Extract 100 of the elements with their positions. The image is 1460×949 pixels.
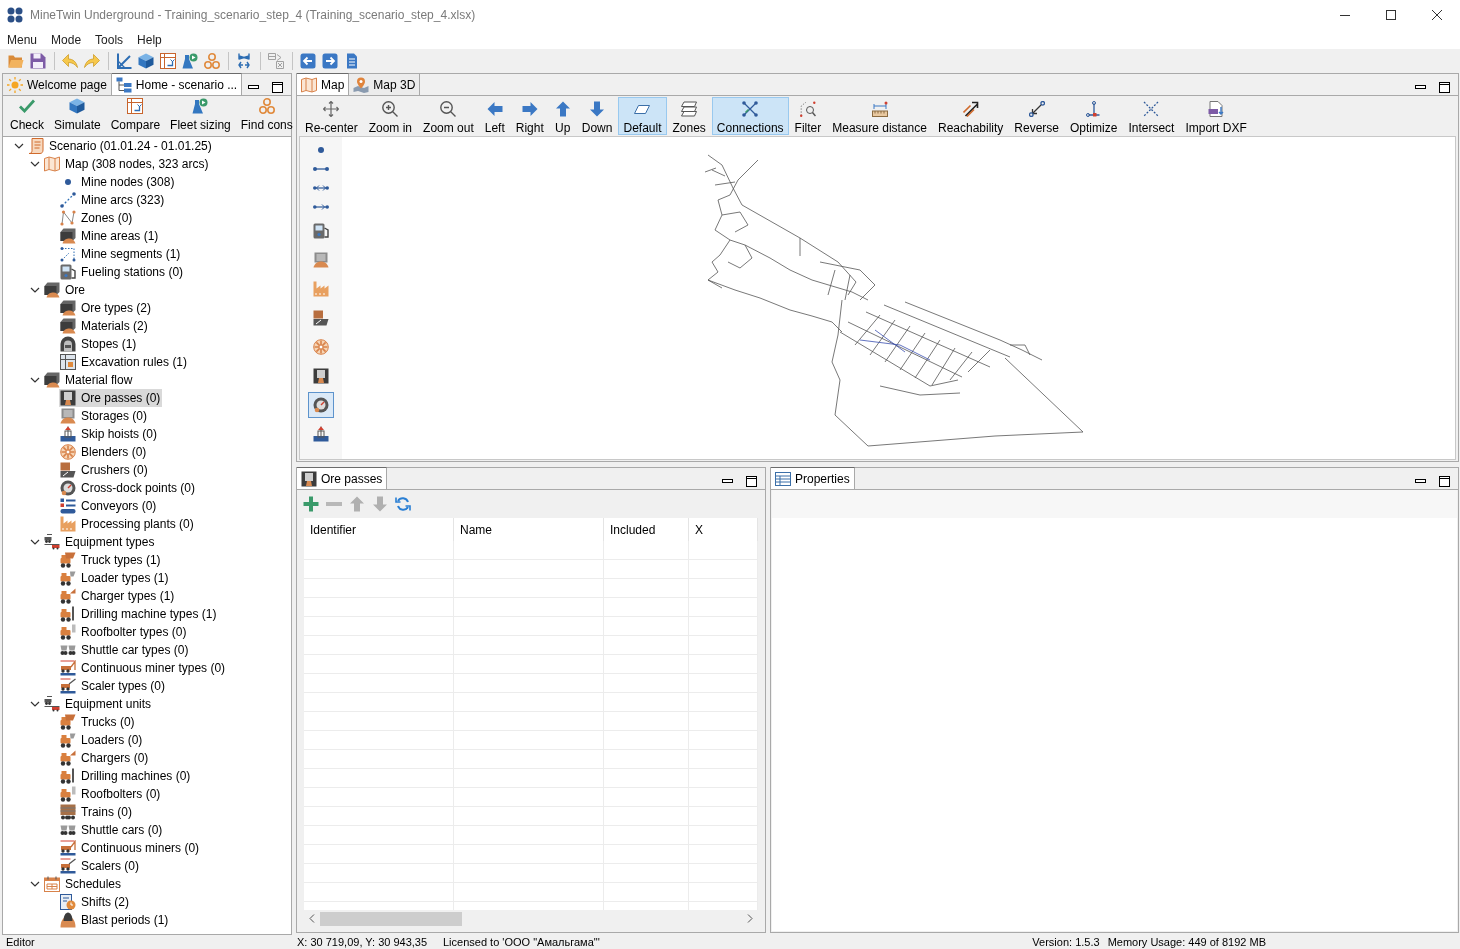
column-header[interactable]: X xyxy=(689,518,758,541)
chevron-down-icon[interactable] xyxy=(30,879,40,889)
toolbar-button[interactable]: Measure distance xyxy=(827,97,932,135)
tree-item[interactable]: Equipment units xyxy=(43,695,154,713)
scrollbar-thumb[interactable] xyxy=(320,911,462,926)
tree-item[interactable]: Material flow xyxy=(43,371,135,389)
tree-item[interactable]: Crushers (0) xyxy=(59,461,150,479)
toolbar-button[interactable]: Left xyxy=(479,97,510,135)
tree-item[interactable]: Cross-dock points (0) xyxy=(59,479,198,497)
toolbar-button[interactable]: Zoom in xyxy=(363,97,418,135)
tab[interactable]: Ore passes xyxy=(297,467,388,489)
tree-item[interactable]: Zones (0) xyxy=(59,209,135,227)
tree-item[interactable]: Scalers (0) xyxy=(59,857,141,875)
toolbar-button[interactable]: Find cons xyxy=(235,98,298,136)
tab[interactable]: Map 3D xyxy=(349,73,421,95)
ore-block-icon xyxy=(44,372,60,388)
chevron-down-icon[interactable] xyxy=(30,159,40,169)
tree-item[interactable]: Drilling machines (0) xyxy=(59,767,193,785)
dot-icon xyxy=(65,179,71,185)
tree-item[interactable]: Mine nodes (308) xyxy=(59,173,177,191)
tree-item[interactable]: Fueling stations (0) xyxy=(59,263,186,281)
toolbar-button[interactable]: Compare xyxy=(105,98,166,136)
tree-item[interactable]: Shifts (2) xyxy=(59,893,131,911)
map-icon xyxy=(301,76,317,93)
menu-item[interactable]: Help xyxy=(130,30,169,49)
tree-item[interactable]: Materials (2) xyxy=(59,317,150,335)
tree-item[interactable]: Blast periods (1) xyxy=(59,911,171,929)
tree-item[interactable]: Charger types (1) xyxy=(59,587,177,605)
tree-item[interactable]: Mine segments (1) xyxy=(59,245,183,263)
toolbar-button[interactable]: Reverse xyxy=(1009,97,1065,135)
toolbar-button[interactable]: Down xyxy=(576,97,618,135)
tree-item[interactable]: Scaler types (0) xyxy=(59,677,168,695)
tree-item[interactable]: Mine areas (1) xyxy=(59,227,161,245)
tree-item[interactable]: Processing plants (0) xyxy=(59,515,196,533)
tree-item[interactable]: Equipment types xyxy=(43,533,157,551)
tree-item[interactable]: Map (308 nodes, 323 arcs) xyxy=(43,155,211,173)
tree-item[interactable]: Scenario (01.01.24 - 01.01.25) xyxy=(27,137,214,155)
tree-item[interactable]: Ore passes (0) xyxy=(59,389,163,407)
chevron-down-icon[interactable] xyxy=(30,537,40,547)
tree-item[interactable]: Continuous miner types (0) xyxy=(59,659,228,677)
tree-item[interactable]: Ore types (2) xyxy=(59,299,154,317)
chevron-down-icon[interactable] xyxy=(30,285,40,295)
toolbar-button[interactable]: Check xyxy=(5,98,49,136)
tree-item[interactable]: Conveyors (0) xyxy=(59,497,159,515)
menu-item[interactable]: Menu xyxy=(0,30,45,49)
toolbar-button[interactable]: Reachability xyxy=(932,97,1009,135)
maximize-icon xyxy=(745,475,757,487)
tab[interactable]: Home - scenario ... xyxy=(111,73,243,95)
tree-item[interactable]: Shuttle car types (0) xyxy=(59,641,191,659)
menu-item[interactable]: Mode xyxy=(44,30,89,49)
toolbar-button[interactable]: Fleet sizing xyxy=(165,98,236,136)
chevron-down-icon[interactable] xyxy=(30,699,40,709)
tree-item[interactable]: Storages (0) xyxy=(59,407,150,425)
tree-item[interactable]: Stopes (1) xyxy=(59,335,139,353)
maximize-button[interactable] xyxy=(269,79,285,95)
toolbar-button[interactable]: Up xyxy=(549,97,576,135)
tree-item[interactable]: Continuous miners (0) xyxy=(59,839,202,857)
ruler-icon xyxy=(871,101,888,117)
tree-item[interactable]: Ore xyxy=(43,281,87,299)
tree-item[interactable]: Trains (0) xyxy=(59,803,134,821)
tree-item[interactable]: Roofbolter types (0) xyxy=(59,623,189,641)
maximize-button[interactable] xyxy=(1436,79,1452,95)
toolbar-button[interactable]: Filter xyxy=(789,97,827,135)
bin-icon xyxy=(60,408,76,424)
tab[interactable]: Properties xyxy=(771,467,855,489)
chevron-down-icon[interactable] xyxy=(30,375,40,385)
tree-item[interactable]: Excavation rules (1) xyxy=(59,353,190,371)
menu-item[interactable]: Tools xyxy=(88,30,131,49)
toolbar-button[interactable]: Right xyxy=(510,97,549,135)
toolbar-button[interactable]: Connections xyxy=(711,97,789,135)
toolbar-button[interactable]: Default xyxy=(618,97,667,135)
maximize-button[interactable] xyxy=(1436,473,1452,489)
tab[interactable]: Welcome page xyxy=(3,73,112,95)
toolbar-button[interactable]: Re-center xyxy=(300,97,363,135)
toolbar-button[interactable]: Zoom out xyxy=(418,97,479,135)
toolbar-button[interactable]: Optimize xyxy=(1065,97,1123,135)
toolbar-button[interactable]: Zones xyxy=(667,97,711,135)
toolbar-button[interactable]: Simulate xyxy=(49,98,106,136)
tree-item[interactable]: Chargers (0) xyxy=(59,749,151,767)
tree-item[interactable]: Drilling machine types (1) xyxy=(59,605,219,623)
tree-item[interactable]: Trucks (0) xyxy=(59,713,137,731)
tree-item[interactable]: Truck types (1) xyxy=(59,551,163,569)
column-header[interactable]: Identifier xyxy=(304,518,454,541)
chevron-down-icon[interactable] xyxy=(14,141,24,151)
tree-item[interactable]: Roofbolters (0) xyxy=(59,785,163,803)
toolbar-button[interactable]: Intersect xyxy=(1123,97,1180,135)
tree-item[interactable]: Loader types (1) xyxy=(59,569,171,587)
tree-item[interactable]: Mine arcs (323) xyxy=(59,191,167,209)
tree-item[interactable]: Shuttle cars (0) xyxy=(59,821,165,839)
arrow-left-icon xyxy=(486,101,503,117)
tool-button[interactable] xyxy=(308,391,334,418)
tree-item[interactable]: Blenders (0) xyxy=(59,443,149,461)
tree-item[interactable]: Loaders (0) xyxy=(59,731,145,749)
maximize-button[interactable] xyxy=(743,473,759,489)
tree-item[interactable]: Schedules xyxy=(43,875,124,893)
column-header[interactable]: Included xyxy=(604,518,689,541)
column-header[interactable]: Name xyxy=(454,518,604,541)
tab[interactable]: Map xyxy=(297,73,350,95)
toolbar-button[interactable]: Import DXF xyxy=(1180,97,1252,135)
tree-item[interactable]: Skip hoists (0) xyxy=(59,425,160,443)
